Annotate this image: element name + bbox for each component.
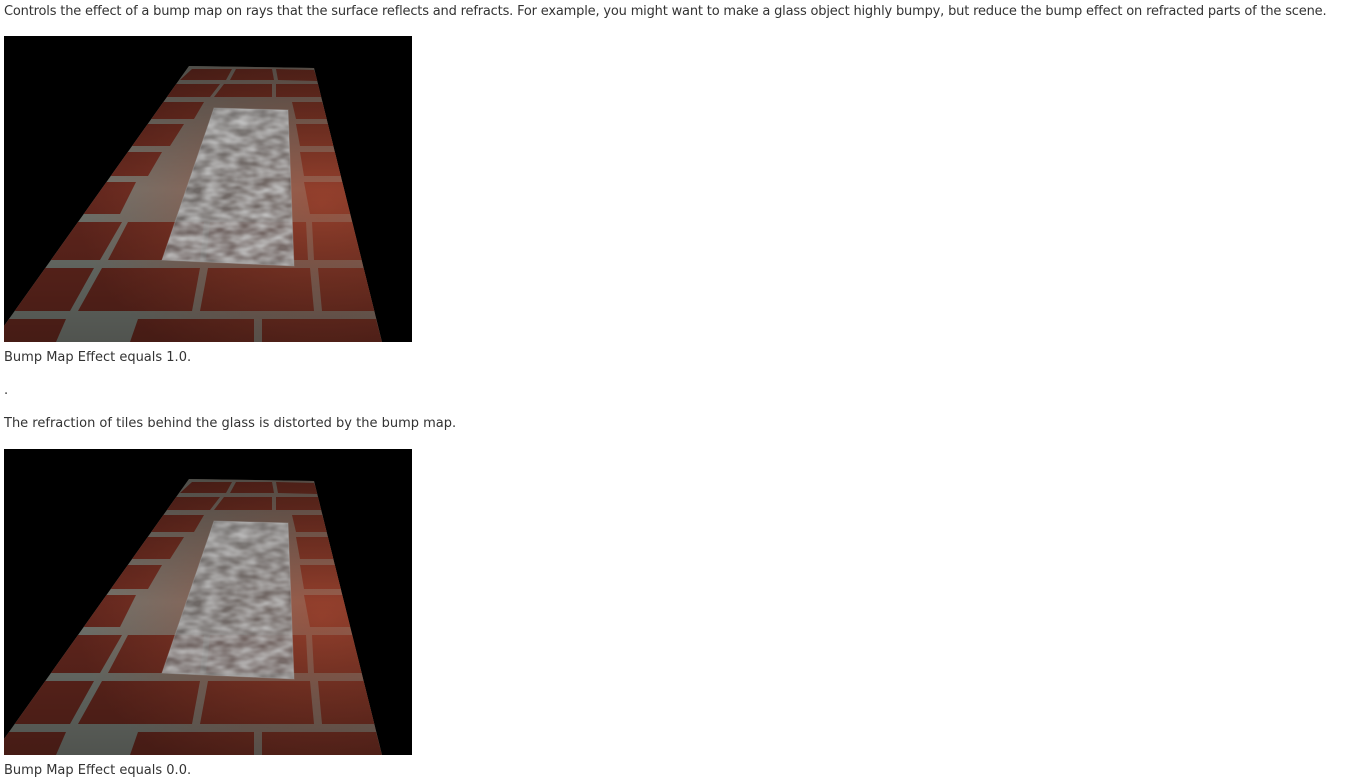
render-image-bump-1 (4, 36, 412, 342)
description-paragraph: The refraction of tiles behind the glass… (4, 416, 457, 431)
separator-text: . (4, 383, 9, 398)
render-image-bump-0 (4, 449, 412, 755)
figure-caption: Bump Map Effect equals 1.0. (4, 350, 192, 365)
figure-caption: Bump Map Effect equals 0.0. (4, 763, 192, 778)
intro-paragraph: Controls the effect of a bump map on ray… (4, 4, 1327, 19)
